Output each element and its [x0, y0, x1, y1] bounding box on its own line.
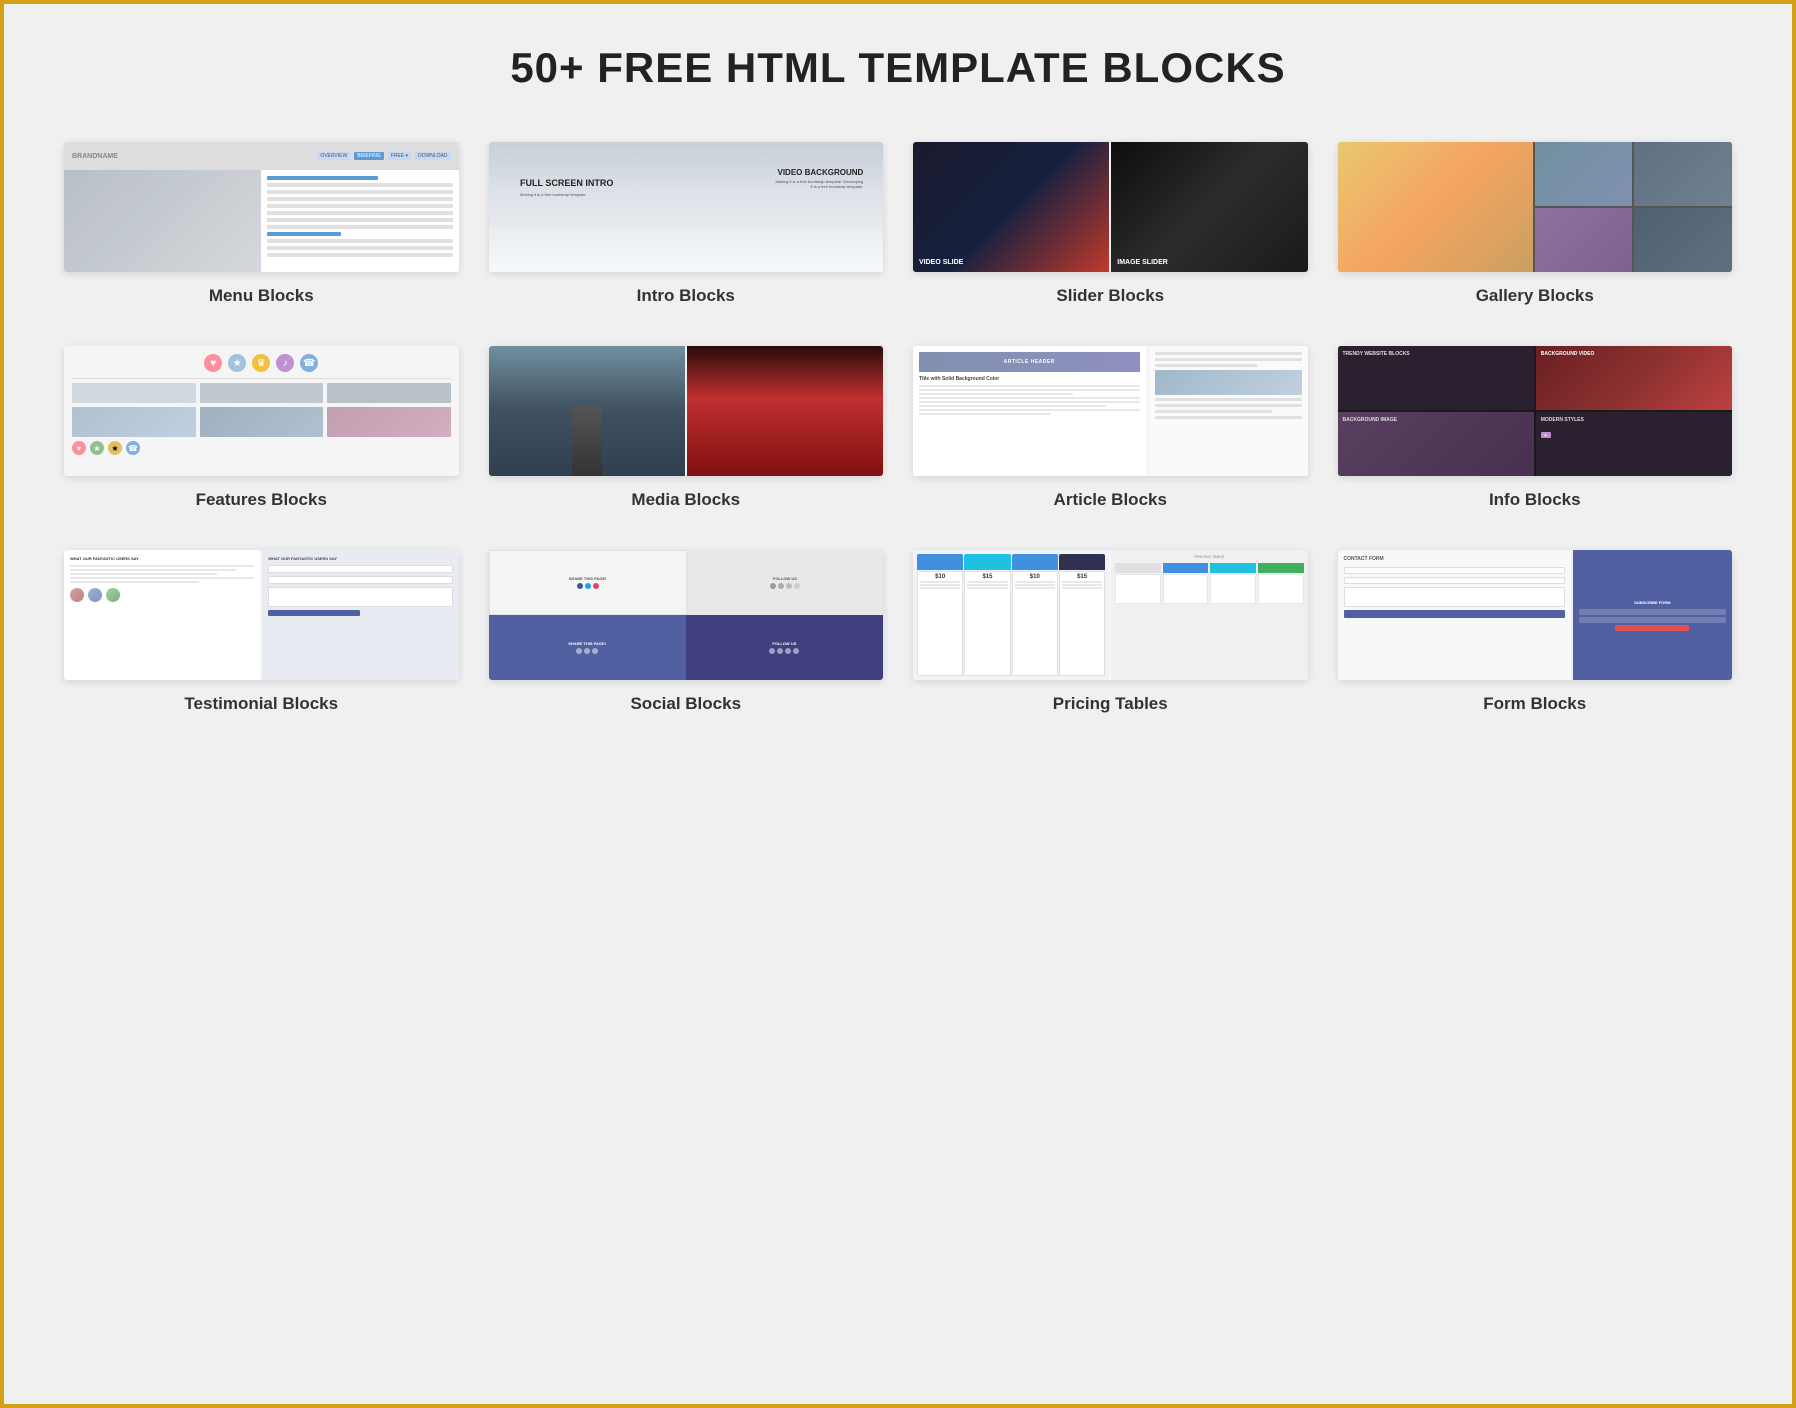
- block-label-pricing: Pricing Tables: [1053, 694, 1168, 714]
- block-label-social: Social Blocks: [630, 694, 741, 714]
- form-subscribe-title: SUBSCRIBE FORM: [1634, 600, 1670, 605]
- thumb-media: [489, 346, 884, 476]
- article-header-text: ARTICLE HEADER: [1004, 359, 1055, 365]
- block-label-slider: Slider Blocks: [1056, 286, 1164, 306]
- info-br-title: MODERN STYLES: [1541, 417, 1727, 423]
- block-label-gallery: Gallery Blocks: [1476, 286, 1594, 306]
- block-item-form[interactable]: CONTACT FORM SUBSCRIBE FORM Form Blocks: [1338, 550, 1733, 714]
- page-title: 50+ FREE HTML TEMPLATE BLOCKS: [64, 44, 1732, 92]
- block-item-info[interactable]: TRENDY WEBSITE BLOCKS BACKGROUND VIDEO B…: [1338, 346, 1733, 510]
- block-item-media[interactable]: Media Blocks: [489, 346, 884, 510]
- thumb-social: SHARE THIS PAGE! FOLLOW US: [489, 550, 884, 680]
- intro-left-title: FULL SCREEN INTRO: [520, 178, 613, 189]
- testimonial-title: WHAT OUR FANTASTIC USERS SAY: [70, 556, 254, 561]
- thumb-article: ARTICLE HEADER Title with Solid Backgrou…: [913, 346, 1308, 476]
- block-item-article[interactable]: ARTICLE HEADER Title with Solid Backgrou…: [913, 346, 1308, 510]
- thumb-form: CONTACT FORM SUBSCRIBE FORM: [1338, 550, 1733, 680]
- block-label-info: Info Blocks: [1489, 490, 1581, 510]
- intro-right-sub: Making it is a free bootstrap template. …: [773, 179, 863, 189]
- block-label-article: Article Blocks: [1054, 490, 1167, 510]
- block-label-form: Form Blocks: [1483, 694, 1586, 714]
- thumb-slider: VIDEO SLIDE IMAGE SLIDER: [913, 142, 1308, 272]
- info-tr-title: BACKGROUND VIDEO: [1541, 351, 1727, 357]
- social-follow-dark: FOLLOW US: [772, 641, 796, 646]
- social-share-dark: SHARE THIS PAGE!: [568, 641, 606, 646]
- slide-video-label: VIDEO SLIDE: [919, 259, 963, 266]
- info-tl-title: TRENDY WEBSITE BLOCKS: [1343, 351, 1529, 358]
- block-item-features[interactable]: ♥ ★ ♛ ♪ ☎ ♥ ★ ★ ☎: [64, 346, 459, 510]
- block-item-gallery[interactable]: Gallery Blocks: [1338, 142, 1733, 306]
- thumb-intro: FULL SCREEN INTRO Making it is a free bo…: [489, 142, 884, 272]
- block-label-media: Media Blocks: [631, 490, 740, 510]
- article-subtitle: Title with Solid Background Color: [919, 376, 1140, 382]
- block-label-intro: Intro Blocks: [637, 286, 735, 306]
- thumb-features: ♥ ★ ♛ ♪ ☎ ♥ ★ ★ ☎: [64, 346, 459, 476]
- thumb-menu: BRANDNAME OVERVIEW BRIEFING FREE ▾ DOWNL…: [64, 142, 459, 272]
- info-bl-title: BACKGROUND IMAGE: [1343, 417, 1529, 423]
- thumb-gallery: [1338, 142, 1733, 272]
- social-share-light: SHARE THIS PAGE!: [569, 576, 607, 581]
- block-item-testimonial[interactable]: WHAT OUR FANTASTIC USERS SAY WHAT OUR FA…: [64, 550, 459, 714]
- block-item-intro[interactable]: FULL SCREEN INTRO Making it is a free bo…: [489, 142, 884, 306]
- pricing-title: PRICING TABLE: [1115, 554, 1303, 559]
- block-item-pricing[interactable]: $10 $15: [913, 550, 1308, 714]
- block-item-menu[interactable]: BRANDNAME OVERVIEW BRIEFING FREE ▾ DOWNL…: [64, 142, 459, 306]
- block-label-features: Features Blocks: [196, 490, 327, 510]
- block-label-menu: Menu Blocks: [209, 286, 314, 306]
- social-follow-light: FOLLOW US: [773, 576, 797, 581]
- block-item-slider[interactable]: VIDEO SLIDE IMAGE SLIDER Slider Blocks: [913, 142, 1308, 306]
- block-label-testimonial: Testimonial Blocks: [184, 694, 338, 714]
- intro-right-title: VIDEO BACKGROUND: [773, 168, 863, 177]
- thumb-info: TRENDY WEBSITE BLOCKS BACKGROUND VIDEO B…: [1338, 346, 1733, 476]
- blocks-grid: BRANDNAME OVERVIEW BRIEFING FREE ▾ DOWNL…: [64, 142, 1732, 714]
- thumb-pricing: $10 $15: [913, 550, 1308, 680]
- form-contact-title: CONTACT FORM: [1344, 556, 1565, 562]
- thumb-testimonial: WHAT OUR FANTASTIC USERS SAY WHAT OUR FA…: [64, 550, 459, 680]
- block-item-social[interactable]: SHARE THIS PAGE! FOLLOW US: [489, 550, 884, 714]
- slide-image-label: IMAGE SLIDER: [1117, 259, 1168, 266]
